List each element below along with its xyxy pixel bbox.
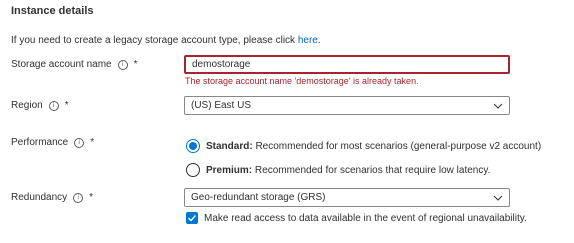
read-access-label: Make read access to data available in th… bbox=[204, 212, 527, 224]
required-marker: * bbox=[64, 100, 69, 111]
standard-description: Recommended for most scenarios (general-… bbox=[255, 140, 542, 152]
legacy-notice-suffix: . bbox=[317, 35, 321, 46]
standard-title: Standard: bbox=[206, 140, 253, 152]
required-marker: * bbox=[89, 192, 94, 203]
info-icon[interactable]: i bbox=[48, 100, 59, 111]
info-icon[interactable]: i bbox=[74, 137, 85, 148]
info-icon[interactable]: i bbox=[117, 59, 128, 70]
storage-account-name-value: demostorage bbox=[192, 59, 251, 70]
performance-label: Performance i * bbox=[11, 137, 94, 148]
read-access-option[interactable]: Make read access to data available in th… bbox=[186, 212, 527, 224]
chevron-down-icon bbox=[493, 195, 503, 201]
legacy-notice-text: If you need to create a legacy storage a… bbox=[11, 35, 298, 46]
radio-unselected-icon[interactable] bbox=[186, 163, 200, 177]
checkmark-icon bbox=[188, 215, 197, 222]
storage-account-name-label-text: Storage account name bbox=[11, 59, 112, 70]
legacy-account-link[interactable]: here bbox=[298, 35, 318, 46]
section-title: Instance details bbox=[11, 5, 94, 17]
legacy-account-notice: If you need to create a legacy storage a… bbox=[11, 35, 321, 46]
chevron-down-icon bbox=[493, 103, 503, 109]
storage-account-name-error: The storage account name 'demostorage' i… bbox=[185, 76, 419, 86]
read-access-checkbox[interactable] bbox=[186, 212, 198, 224]
region-label-text: Region bbox=[11, 100, 43, 111]
region-value: (US) East US bbox=[191, 100, 252, 111]
redundancy-label-text: Redundancy bbox=[11, 192, 68, 203]
storage-account-name-label: Storage account name i * bbox=[11, 59, 138, 70]
region-label: Region i * bbox=[11, 100, 69, 111]
required-marker: * bbox=[90, 137, 95, 148]
required-marker: * bbox=[133, 59, 138, 70]
performance-option-standard[interactable]: Standard: Recommended for most scenarios… bbox=[186, 139, 541, 153]
region-dropdown[interactable]: (US) East US bbox=[184, 96, 510, 115]
redundancy-dropdown[interactable]: Geo-redundant storage (GRS) bbox=[184, 188, 510, 207]
storage-account-name-input[interactable]: demostorage bbox=[184, 55, 510, 74]
redundancy-label: Redundancy i * bbox=[11, 192, 93, 203]
premium-title: Premium: bbox=[206, 164, 253, 176]
radio-selected-icon[interactable] bbox=[186, 139, 200, 153]
redundancy-value: Geo-redundant storage (GRS) bbox=[191, 192, 326, 203]
performance-label-text: Performance bbox=[11, 137, 69, 148]
premium-description: Recommended for scenarios that require l… bbox=[254, 164, 491, 176]
performance-option-premium[interactable]: Premium: Recommended for scenarios that … bbox=[186, 163, 490, 177]
info-icon[interactable]: i bbox=[73, 192, 84, 203]
